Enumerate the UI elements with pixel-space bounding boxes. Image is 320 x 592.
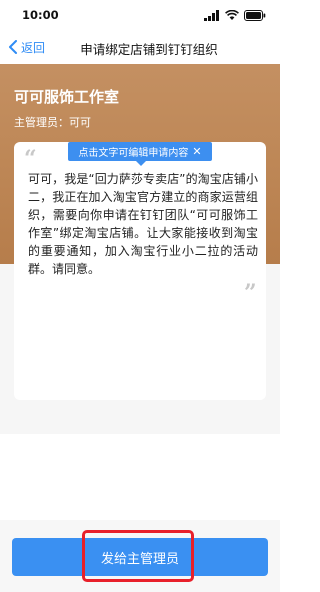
application-message-text[interactable]: 可可，我是“回力萨莎专卖店”的淘宝店铺小二，我正在加入淘宝官方建立的商家运营组织… <box>28 170 258 278</box>
signal-icon <box>204 9 219 21</box>
edit-tip-tooltip: 点击文字可编辑申请内容 ✕ <box>68 142 212 161</box>
close-icon[interactable]: ✕ <box>192 145 201 158</box>
status-icons <box>204 9 266 21</box>
battery-icon <box>244 9 266 21</box>
admin-label: 主管理员： <box>14 116 69 129</box>
page-title: 申请绑定店铺到钉钉组织 <box>80 42 218 57</box>
status-time: 10:00 <box>22 8 59 22</box>
tooltip-arrow <box>136 161 146 166</box>
message-card-curl <box>14 264 266 394</box>
nav-bar: 返回 申请绑定店铺到钉钉组织 <box>0 30 280 64</box>
edit-tip-text: 点击文字可编辑申请内容 <box>78 148 189 159</box>
send-button-label: 发给主管理员 <box>100 551 179 567</box>
admin-name: 可可 <box>69 116 91 129</box>
send-to-admin-button[interactable]: 发给主管理员 <box>12 538 268 576</box>
store-name: 可可服饰工作室 <box>14 88 120 106</box>
status-bar: 10:00 <box>0 0 280 30</box>
admin-line: 主管理员： 可可 <box>14 114 91 130</box>
open-quote-mark: “ <box>24 146 37 172</box>
wifi-icon <box>225 9 239 20</box>
close-quote-mark: ” <box>244 280 257 306</box>
